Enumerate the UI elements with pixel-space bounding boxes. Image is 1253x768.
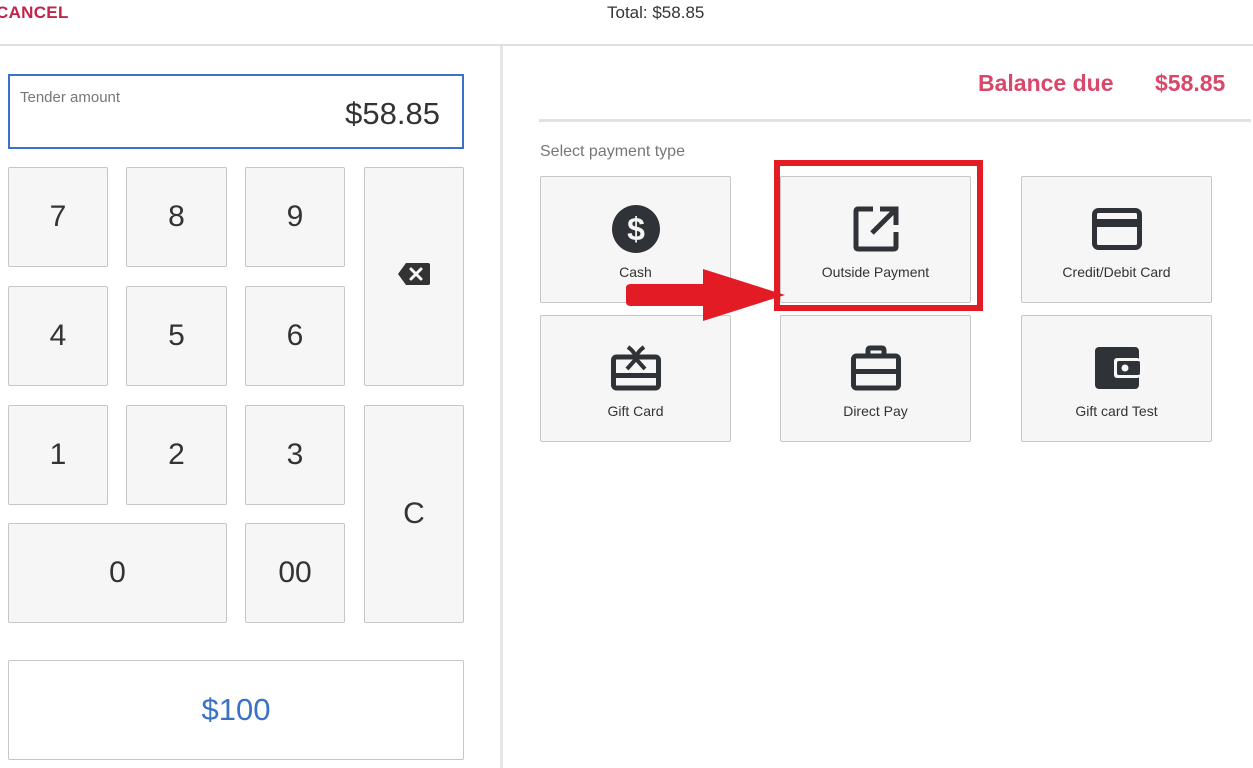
cancel-button[interactable]: CANCEL xyxy=(0,3,69,23)
external-link-icon xyxy=(850,203,902,255)
backspace-icon xyxy=(397,260,431,294)
svg-text:$: $ xyxy=(627,211,645,247)
keypad-5[interactable]: 5 xyxy=(126,286,227,386)
annotation-arrow-icon xyxy=(626,269,785,321)
keypad-6[interactable]: 6 xyxy=(245,286,345,386)
payment-type-direct-pay[interactable]: Direct Pay xyxy=(780,315,971,442)
dollar-circle-icon: $ xyxy=(610,203,662,255)
quick-amount-100-button[interactable]: $100 xyxy=(8,660,464,760)
payment-type-label: Outside Payment xyxy=(821,264,930,280)
tender-amount-value: $58.85 xyxy=(345,96,440,131)
header-divider xyxy=(0,44,1253,46)
payment-type-label: Credit/Debit Card xyxy=(1062,264,1171,280)
payment-type-label: Gift card Test xyxy=(1075,403,1158,419)
select-payment-type-label: Select payment type xyxy=(540,143,685,160)
keypad-7[interactable]: 7 xyxy=(8,167,108,267)
backspace-button[interactable] xyxy=(364,167,464,386)
keypad-9[interactable]: 9 xyxy=(245,167,345,267)
tender-amount-field[interactable]: Tender amount $58.85 xyxy=(8,74,464,149)
payment-type-label: Gift Card xyxy=(607,403,664,419)
wallet-icon xyxy=(1091,342,1143,394)
keypad-2[interactable]: 2 xyxy=(126,405,227,505)
keypad-1[interactable]: 1 xyxy=(8,405,108,505)
tender-amount-label: Tender amount xyxy=(20,89,121,106)
keypad-8[interactable]: 8 xyxy=(126,167,227,267)
payment-type-gift-card-test[interactable]: Gift card Test xyxy=(1021,315,1212,442)
keypad-0[interactable]: 0 xyxy=(8,523,227,623)
gift-card-icon xyxy=(610,342,662,394)
balance-divider xyxy=(539,119,1251,122)
credit-card-icon xyxy=(1091,203,1143,255)
keypad-00[interactable]: 00 xyxy=(245,523,345,623)
payment-type-label: Direct Pay xyxy=(843,403,908,419)
briefcase-icon xyxy=(850,342,902,394)
balance-due-label: Balance due xyxy=(978,70,1114,96)
balance-due-value: $58.85 xyxy=(1155,70,1226,96)
keypad-3[interactable]: 3 xyxy=(245,405,345,505)
payment-type-credit-debit-card[interactable]: Credit/Debit Card xyxy=(1021,176,1212,303)
column-divider xyxy=(500,46,503,768)
keypad-4[interactable]: 4 xyxy=(8,286,108,386)
payment-screen: CANCEL Total: $58.85 Tender amount $58.8… xyxy=(0,0,1253,768)
order-total: Total: $58.85 xyxy=(607,3,705,22)
payment-type-outside-payment[interactable]: Outside Payment xyxy=(780,176,971,303)
clear-button[interactable]: C xyxy=(364,405,464,623)
payment-type-gift-card[interactable]: Gift Card xyxy=(540,315,731,442)
